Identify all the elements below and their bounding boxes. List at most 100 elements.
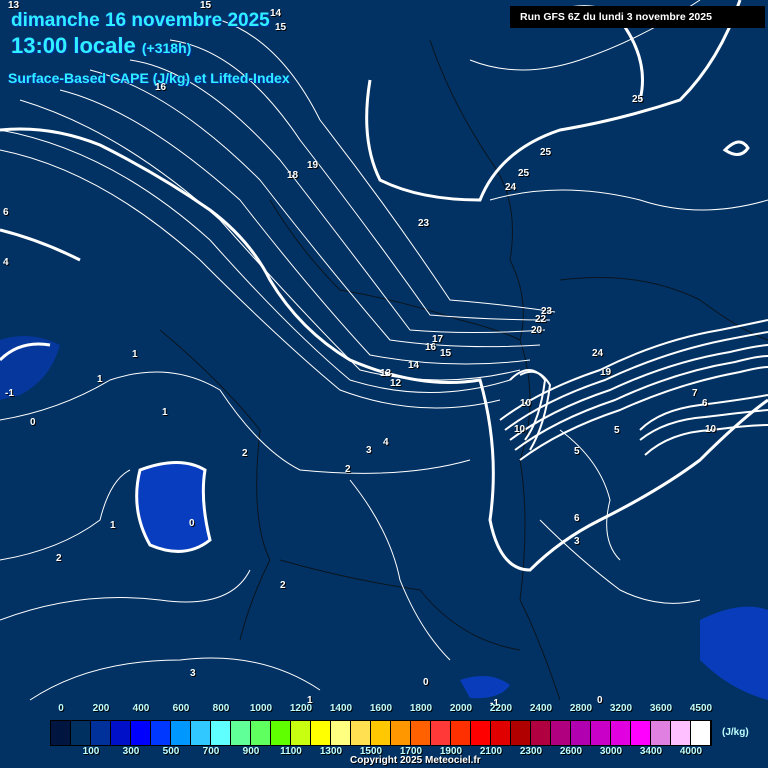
color-swatch [511, 721, 531, 745]
contour-label: 18 [287, 170, 299, 181]
contour-label: 6 [574, 513, 580, 524]
product-title: Surface-Based CAPE (J/kg) et Lifted-Inde… [8, 70, 290, 86]
contour-label: 3 [190, 668, 196, 679]
contour-label: 2 [56, 553, 62, 564]
contour-label: 10 [705, 424, 717, 435]
color-swatch [491, 721, 511, 745]
borders [159, 39, 768, 701]
color-swatch [391, 721, 411, 745]
run-info: Run GFS 6Z du lundi 3 novembre 2025 [510, 6, 765, 28]
color-swatch [151, 721, 171, 745]
forecast-time: 13:00 locale (+318h) [11, 33, 191, 59]
cape-area-s [460, 676, 510, 699]
cape-area-se [700, 606, 768, 700]
legend-top-label: 600 [172, 703, 190, 714]
color-swatch [531, 721, 551, 745]
color-swatch [431, 721, 451, 745]
contour-label: 10 [520, 398, 532, 409]
legend-top-label: 0 [58, 703, 64, 714]
legend-bottom-label: 1100 [280, 746, 302, 757]
local-time: 13:00 locale [11, 33, 136, 58]
contour-label: 23 [418, 218, 430, 229]
legend-bottom-label: 300 [122, 746, 140, 757]
legend-top-label: 2000 [449, 703, 473, 714]
contour-label: 24 [592, 348, 604, 359]
legend-bottom-label: 1500 [359, 746, 383, 757]
legend-bottom-label: 3000 [599, 746, 623, 757]
legend-bottom-label: 500 [162, 746, 180, 757]
contour-label: 2 [280, 580, 286, 591]
contour-label: 1 [132, 349, 138, 360]
legend-bottom-label: 1700 [399, 746, 423, 757]
contour-label: 19 [307, 160, 319, 171]
contour-label: 24 [505, 182, 517, 193]
thin-contours [0, 0, 768, 701]
legend-top-label: 3600 [649, 703, 673, 714]
color-swatch [671, 721, 691, 745]
color-swatch [611, 721, 631, 745]
contour-label: 14 [270, 8, 282, 19]
contour-label: 7 [692, 388, 698, 399]
legend-bottom-label: 100 [82, 746, 100, 757]
legend-top-label: 2400 [529, 703, 553, 714]
legend-top-label: 1000 [249, 703, 273, 714]
contour-label: 25 [632, 94, 644, 105]
contour-label: 2 [345, 464, 351, 475]
legend-top-label: 1200 [289, 703, 313, 714]
color-scale [50, 720, 712, 746]
legend-top-label: 2800 [569, 703, 593, 714]
legend-top-label: 400 [132, 703, 150, 714]
color-swatch [131, 721, 151, 745]
color-swatch [51, 721, 71, 745]
color-swatch [71, 721, 91, 745]
legend-top-label: 1400 [329, 703, 353, 714]
legend-top-label: 2200 [489, 703, 513, 714]
contour-label: 3 [366, 445, 372, 456]
legend-bottom-label: 700 [202, 746, 220, 757]
dense-li-band [499, 319, 768, 461]
legend-top-label: 800 [212, 703, 230, 714]
contour-label: 1 [97, 374, 103, 385]
color-swatch [551, 721, 571, 745]
legend-bottom-label: 4000 [679, 746, 703, 757]
contour-label: 3 [574, 536, 580, 547]
color-swatch [691, 721, 711, 745]
color-swatch [651, 721, 671, 745]
map-graphics [0, 0, 768, 701]
contour-label: 12 [390, 378, 402, 389]
legend-bottom-label: 1300 [319, 746, 343, 757]
contour-label: 25 [540, 147, 552, 158]
contour-label: 15 [200, 0, 212, 11]
color-swatch [311, 721, 331, 745]
color-swatch [591, 721, 611, 745]
contour-label: 0 [597, 695, 603, 706]
color-swatch [631, 721, 651, 745]
legend-top-label: 200 [92, 703, 110, 714]
legend-top-label: 3200 [609, 703, 633, 714]
contour-label: 2 [242, 448, 248, 459]
contour-label: 16 [155, 82, 167, 93]
contour-label: 10 [514, 424, 526, 435]
contour-label: 5 [614, 425, 620, 436]
color-swatch [371, 721, 391, 745]
legend-bottom-label: 2300 [519, 746, 543, 757]
color-swatch [411, 721, 431, 745]
contour-label: 6 [3, 207, 9, 218]
color-swatch [231, 721, 251, 745]
contour-label: 4 [383, 437, 389, 448]
legend-top-label: 4500 [689, 703, 713, 714]
legend-bottom-label: 3400 [639, 746, 663, 757]
contour-label: 6 [702, 398, 708, 409]
color-swatch [571, 721, 591, 745]
legend-top-label: 1600 [369, 703, 393, 714]
contour-label: 20 [531, 325, 543, 336]
color-swatch [251, 721, 271, 745]
contour-label: 22 [535, 314, 547, 325]
contour-label: 0 [423, 677, 429, 688]
forecast-date: dimanche 16 novembre 2025 [11, 10, 270, 31]
contour-label: 15 [440, 348, 452, 359]
color-swatch [171, 721, 191, 745]
legend-bottom-label: 900 [242, 746, 260, 757]
legend-bottom-label: 2100 [479, 746, 503, 757]
contour-label: 4 [3, 257, 9, 268]
